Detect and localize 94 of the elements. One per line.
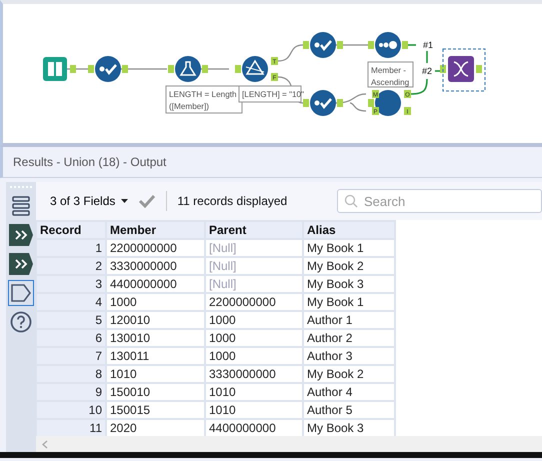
- input-anchor[interactable]: [303, 99, 309, 107]
- connection-label: #1: [423, 40, 434, 50]
- connector-line: [201, 68, 229, 70]
- record-number: 7: [37, 348, 105, 364]
- table-cell: [Null]: [206, 258, 302, 274]
- double-chevron-icon: [9, 253, 33, 275]
- search-field[interactable]: Search: [337, 189, 542, 213]
- check-tool-icon[interactable]: [310, 90, 336, 116]
- record-number: 11: [37, 420, 105, 436]
- sidebar-button[interactable]: [8, 280, 34, 306]
- connector-line: [336, 44, 368, 46]
- table-cell: 3330000000: [107, 258, 204, 274]
- table-cell: Author 3: [304, 348, 394, 364]
- table-cell: 1000: [206, 330, 302, 346]
- book-icon[interactable]: [43, 57, 67, 81]
- table-cell: 2200000000: [206, 294, 302, 310]
- record-number: 4: [37, 294, 105, 310]
- record-number: 10: [37, 402, 105, 418]
- connection-label: #2: [422, 66, 432, 76]
- column-header[interactable]: Member: [107, 222, 204, 238]
- table-cell: 130010: [107, 330, 204, 346]
- triangle-tool-icon[interactable]: [242, 56, 268, 82]
- table-cell: Author 1: [304, 312, 394, 328]
- table-cell: 150010: [107, 384, 204, 400]
- connector-line: [410, 78, 428, 95]
- record-number: 2: [37, 258, 105, 274]
- table-cell: 1000: [206, 312, 302, 328]
- sidebar-button[interactable]: [8, 251, 34, 277]
- connector-line: [435, 70, 441, 72]
- connector-line: [278, 44, 304, 62]
- column-header[interactable]: Alias: [304, 222, 394, 238]
- record-number: 1: [37, 240, 105, 256]
- scroll-left-icon[interactable]: [42, 440, 48, 448]
- table-cell: 130011: [107, 348, 204, 364]
- input-anchor[interactable]: [303, 41, 309, 49]
- table-cell: 2020: [107, 420, 204, 436]
- table-cell: Author 5: [304, 402, 394, 418]
- record-number: 9: [37, 384, 105, 400]
- connector-line: [408, 44, 416, 46]
- table-cell: [Null]: [206, 240, 302, 256]
- check-tool-icon[interactable]: [95, 56, 121, 82]
- fields-dropdown[interactable]: 3 of 3 Fields: [48, 192, 130, 210]
- caret-icon: [121, 199, 128, 203]
- table-cell: My Book 1: [304, 294, 394, 310]
- table-cell: [Null]: [206, 276, 302, 292]
- input-anchor[interactable]: [168, 65, 174, 73]
- sidebar-button[interactable]: [8, 222, 34, 248]
- table-cell: My Book 3: [304, 420, 394, 436]
- table-cell: 4400000000: [206, 420, 302, 436]
- record-number: 6: [37, 330, 105, 346]
- table-cell: 1010: [206, 384, 302, 400]
- tag-icon: [11, 284, 31, 302]
- table-cell: 1000: [206, 348, 302, 364]
- column-header[interactable]: Parent: [206, 222, 302, 238]
- double-chevron-icon: [9, 224, 33, 246]
- records-count: 11 records displayed: [177, 194, 288, 208]
- circle-tool-icon[interactable]: [375, 90, 401, 116]
- record-number: 8: [37, 366, 105, 382]
- list-icon: [12, 196, 30, 216]
- record-number: 3: [37, 276, 105, 292]
- input-anchor[interactable]: [368, 41, 374, 49]
- dots-tool-icon[interactable]: [375, 32, 401, 58]
- connector-line: [66, 68, 88, 70]
- table-cell: 2200000000: [107, 240, 204, 256]
- record-number: 5: [37, 312, 105, 328]
- table-cell: My Book 3: [304, 276, 394, 292]
- connector-line: [121, 68, 167, 70]
- flask-icon[interactable]: [175, 56, 201, 82]
- table-cell: 1000: [107, 294, 204, 310]
- table-cell: 3330000000: [206, 366, 302, 382]
- input-anchor[interactable]: [440, 65, 446, 73]
- table-cell: 120010: [107, 312, 204, 328]
- table-cell: Author 2: [304, 330, 394, 346]
- table-cell: My Book 2: [304, 366, 394, 382]
- input-anchor[interactable]: [368, 99, 374, 107]
- check-icon[interactable]: [138, 194, 156, 208]
- input-anchor[interactable]: [235, 65, 241, 73]
- table-cell: My Book 1: [304, 240, 394, 256]
- table-cell: 4400000000: [107, 276, 204, 292]
- table-cell: My Book 2: [304, 258, 394, 274]
- table-cell: 1010: [206, 402, 302, 418]
- sidebar-button[interactable]: [8, 309, 34, 335]
- connector-line: [426, 51, 428, 63]
- check-tool-icon[interactable]: [310, 32, 336, 58]
- annotation: LENGTH = Length ([Member]): [166, 86, 242, 114]
- input-anchor[interactable]: [88, 65, 94, 73]
- table-cell: 150015: [107, 402, 204, 418]
- panel-title: Results - Union (18) - Output: [13, 155, 166, 169]
- table-cell: Author 4: [304, 384, 394, 400]
- column-header[interactable]: Record: [37, 222, 105, 238]
- annotation: Member - Ascending: [368, 62, 414, 88]
- table-cell: 1010: [107, 366, 204, 382]
- dna-tool-icon[interactable]: [442, 48, 486, 92]
- help-icon: [10, 311, 32, 333]
